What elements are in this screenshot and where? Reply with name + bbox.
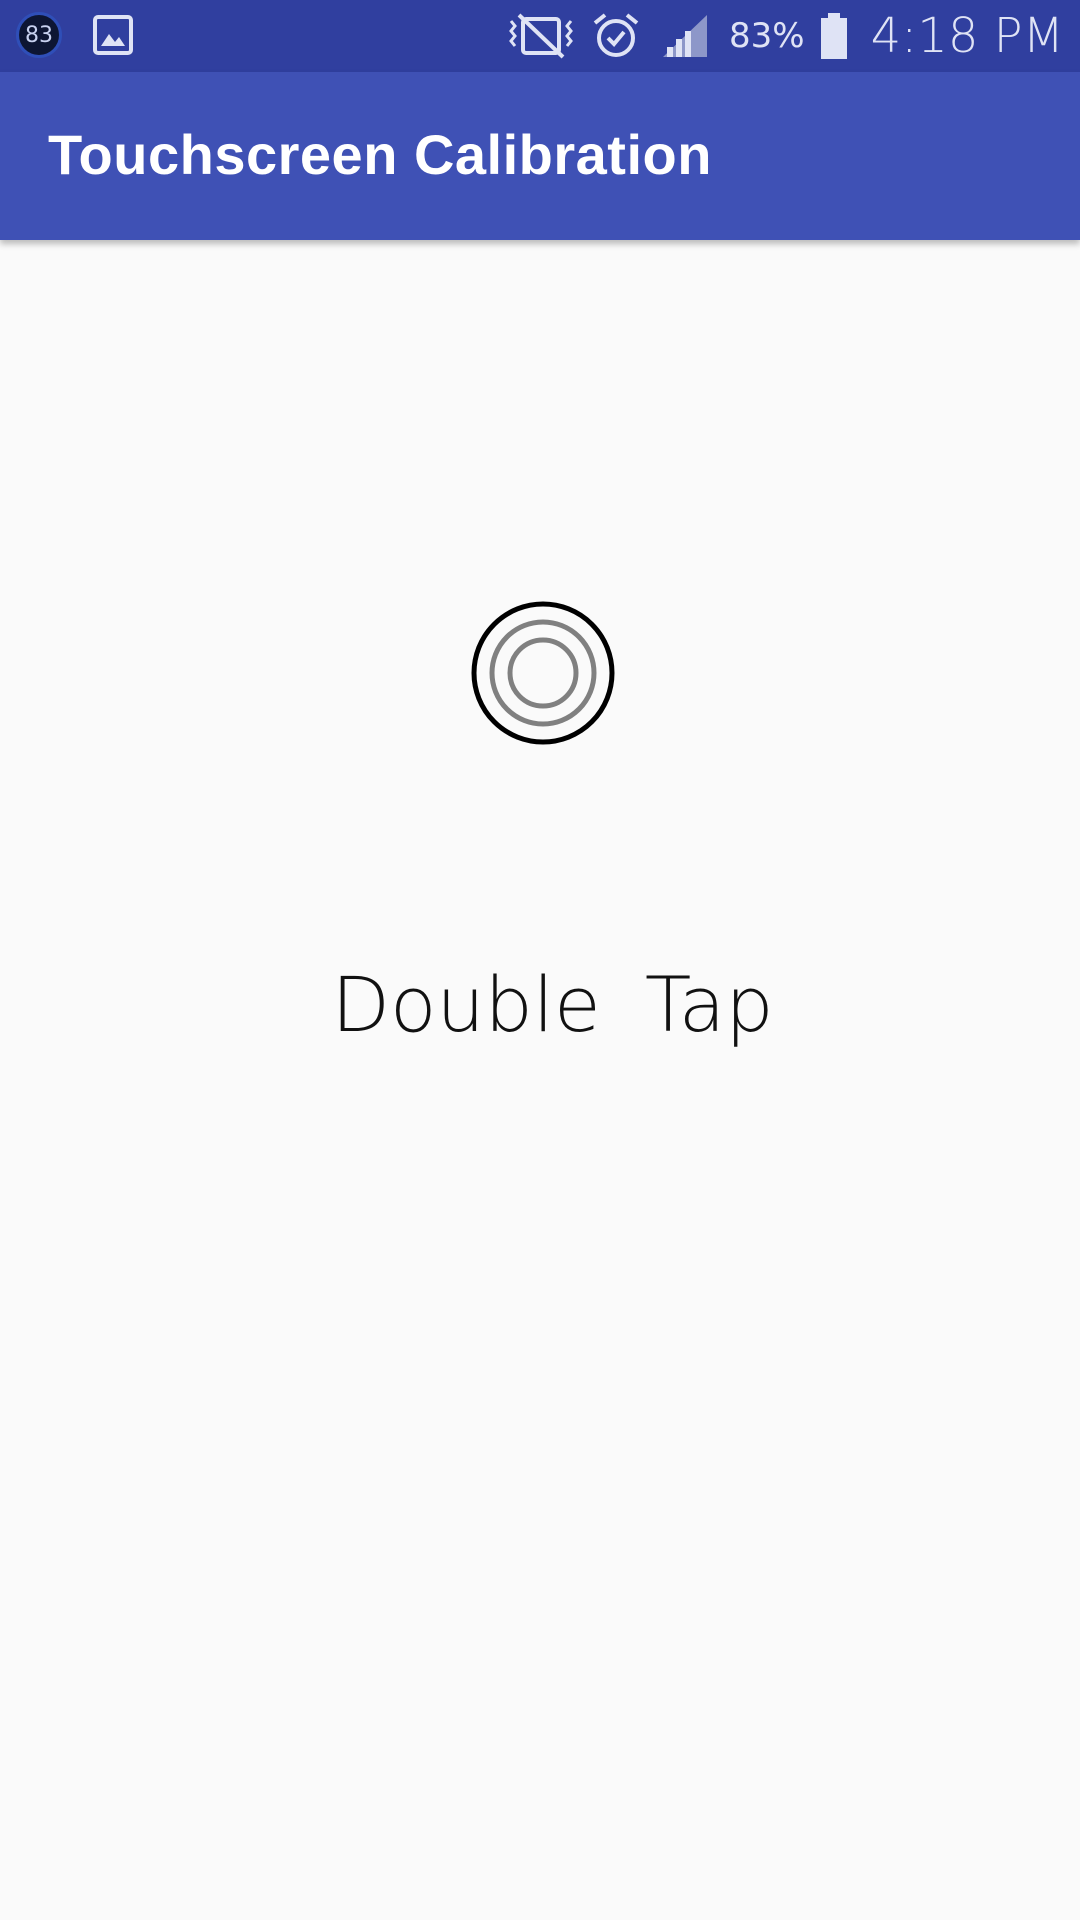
alarm-icon <box>593 13 639 57</box>
status-bar-left: 83 <box>16 12 134 58</box>
app-bar: Touchscreen Calibration <box>0 72 1080 240</box>
page-title: Touchscreen Calibration <box>48 123 712 186</box>
instruction-text: Double Tap <box>331 960 774 1049</box>
calibration-target-icon[interactable] <box>470 600 616 746</box>
clock: 4:18 PM <box>870 8 1064 64</box>
battery-percent: 83% <box>729 16 805 56</box>
vibrate-mute-icon <box>509 13 573 59</box>
battery-icon <box>820 13 847 59</box>
signal-icon <box>663 15 708 57</box>
notification-badge-text: 83 <box>25 22 53 48</box>
status-bar: 83 83% 4:18 PM <box>0 0 1080 72</box>
notification-83-icon: 83 <box>16 12 62 58</box>
gallery-icon <box>93 15 133 55</box>
status-bar-right: 83% 4:18 PM <box>505 0 1064 72</box>
